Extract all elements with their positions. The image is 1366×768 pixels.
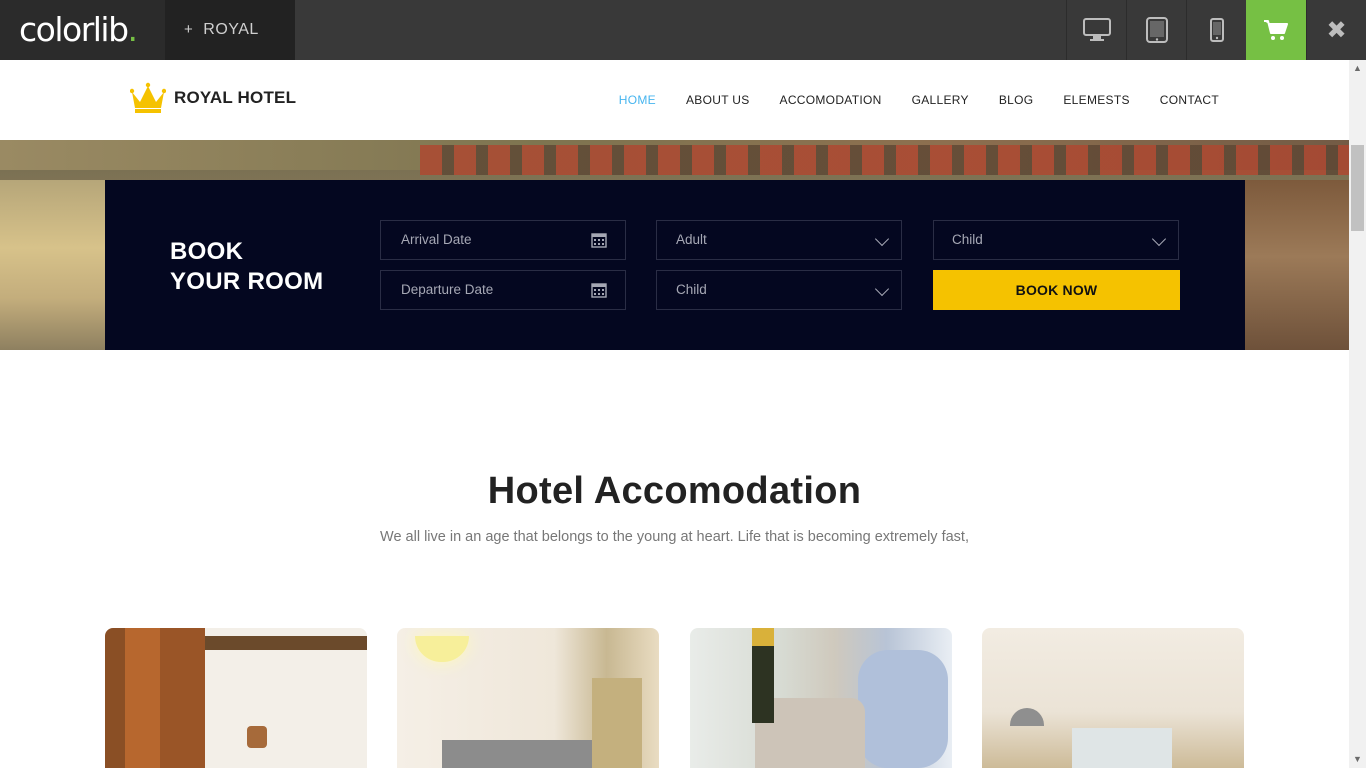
section-title: Hotel Accomodation	[487, 470, 862, 512]
theme-tab[interactable]: + ROYAL	[165, 0, 295, 60]
calendar-icon	[591, 283, 607, 298]
page-scrollbar[interactable]: ▲ ▼	[1349, 60, 1366, 768]
room-image-beam	[205, 636, 367, 650]
chevron-down-icon	[874, 281, 890, 297]
scroll-down-arrow-icon[interactable]: ▼	[1349, 751, 1366, 768]
plus-icon: +	[184, 21, 194, 38]
room-card-2[interactable]	[397, 628, 659, 768]
chevron-down-icon	[874, 231, 890, 247]
room-image-lamp	[247, 726, 267, 748]
colorlib-logo-text: colorlib	[19, 10, 129, 49]
room-image-headboard	[442, 740, 592, 768]
colorlib-topbar: colorlib. + ROYAL ✖	[0, 0, 1366, 60]
nav-blog[interactable]: BLOG	[999, 93, 1034, 107]
arrival-date-input[interactable]: Arrival Date	[380, 220, 626, 260]
brand-name: ROYAL HOTEL	[174, 88, 297, 107]
hero-pool	[0, 180, 105, 350]
room-image-lamp	[1010, 708, 1044, 726]
book-now-button[interactable]: BOOK NOW	[933, 270, 1180, 310]
tablet-icon	[1145, 17, 1168, 43]
colorlib-logo-dot: .	[127, 10, 139, 49]
device-switcher: ✖	[1066, 0, 1366, 60]
departure-date-input[interactable]: Departure Date	[380, 270, 626, 310]
nav-contact[interactable]: CONTACT	[1160, 93, 1219, 107]
hero-deck	[1245, 180, 1349, 350]
hero-sunbeds	[420, 145, 1349, 175]
booking-title: BOOK YOUR ROOM	[170, 237, 323, 297]
chevron-down-icon	[1151, 231, 1167, 247]
crown-icon	[130, 82, 166, 113]
nav-accomodation[interactable]: ACCOMODATION	[780, 93, 882, 107]
child-select-1-value: Child	[676, 282, 707, 297]
nav-home[interactable]: HOME	[619, 93, 656, 107]
section-subtitle: We all live in an age that belongs to th…	[380, 529, 969, 545]
departure-date-placeholder: Departure Date	[401, 282, 494, 297]
mobile-icon	[1209, 18, 1224, 42]
adult-select-value: Adult	[676, 232, 707, 247]
nav-elemests[interactable]: ELEMESTS	[1063, 93, 1129, 107]
arrival-date-placeholder: Arrival Date	[401, 232, 472, 247]
theme-name: ROYAL	[203, 21, 259, 38]
calendar-icon	[591, 233, 607, 248]
desktop-view-button[interactable]	[1066, 0, 1126, 60]
booking-form: BOOK YOUR ROOM Arrival Date Departure Da…	[105, 180, 1245, 350]
brand[interactable]: ROYAL HOTEL	[130, 82, 296, 114]
child-select-2-value: Child	[952, 232, 983, 247]
room-image-lamp	[415, 636, 469, 662]
room-card-4[interactable]	[982, 628, 1244, 768]
mobile-view-button[interactable]	[1186, 0, 1246, 60]
scroll-up-arrow-icon[interactable]: ▲	[1349, 60, 1366, 77]
room-image-window	[1072, 728, 1172, 768]
cart-button[interactable]	[1246, 0, 1306, 60]
site-header: ROYAL HOTEL HOME ABOUT US ACCOMODATION G…	[0, 60, 1349, 140]
close-icon: ✖	[1326, 16, 1347, 44]
room-image-curtain	[592, 678, 642, 768]
desktop-icon	[1082, 18, 1111, 41]
scrollbar-thumb[interactable]	[1351, 145, 1364, 231]
adult-select[interactable]: Adult	[656, 220, 902, 260]
colorlib-logo[interactable]: colorlib.	[0, 0, 165, 60]
room-card-1[interactable]	[105, 628, 367, 768]
main-nav: HOME ABOUT US ACCOMODATION GALLERY BLOG …	[589, 60, 1219, 140]
room-image-bottle-label	[752, 628, 774, 646]
child-select-1[interactable]: Child	[656, 270, 902, 310]
nav-gallery[interactable]: GALLERY	[912, 93, 969, 107]
nav-about-us[interactable]: ABOUT US	[686, 93, 750, 107]
room-card-3[interactable]	[690, 628, 952, 768]
tablet-view-button[interactable]	[1126, 0, 1186, 60]
booking-title-line1: BOOK	[170, 238, 244, 265]
child-select-2[interactable]: Child	[933, 220, 1179, 260]
room-image-pillow	[858, 650, 948, 768]
cart-icon	[1264, 20, 1288, 40]
close-button[interactable]: ✖	[1306, 0, 1366, 60]
booking-title-line2: YOUR ROOM	[170, 268, 324, 295]
